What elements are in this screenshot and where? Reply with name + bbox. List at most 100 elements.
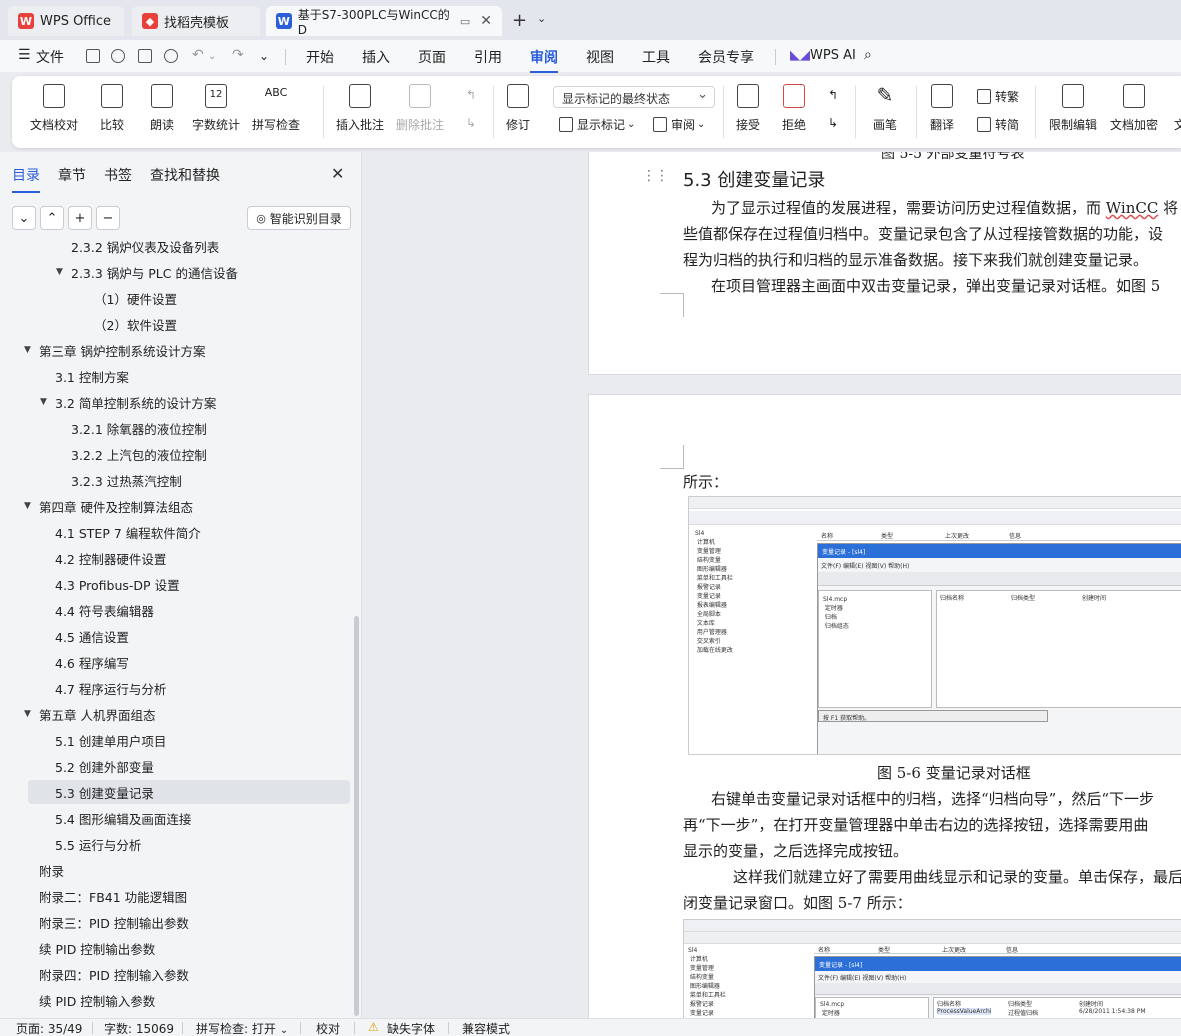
nav-tab-sections[interactable]: 章节 <box>58 165 86 185</box>
toc-item[interactable]: 附录 <box>0 858 350 882</box>
tab-wps-office[interactable]: W WPS Office <box>8 6 124 36</box>
smart-toc-button[interactable]: ◎ 智能识别目录 <box>247 206 351 230</box>
menu-member[interactable]: 会员专享 <box>698 47 754 67</box>
toc-item[interactable]: 4.3 Profibus-DP 设置 <box>0 572 350 596</box>
menu-view[interactable]: 视图 <box>586 47 614 67</box>
compare-button[interactable]: 比较 <box>100 84 124 133</box>
undo-dropdown-icon[interactable]: ⌄ <box>208 51 216 62</box>
close-icon[interactable]: ✕ <box>331 164 344 183</box>
to-traditional-button[interactable]: 转繁 <box>977 88 1019 105</box>
menu-references[interactable]: 引用 <box>474 47 502 67</box>
insert-comment-button[interactable]: 插入批注 <box>336 84 384 133</box>
prev-change-icon[interactable]: ↰ <box>828 88 838 102</box>
share-icon[interactable] <box>111 49 125 63</box>
toc-item[interactable]: ▼ 第四章 硬件及控制算法组态 <box>0 494 350 518</box>
revise-button[interactable]: 修订 <box>506 84 530 133</box>
menu-review[interactable]: 审阅 <box>530 47 558 73</box>
toc-item[interactable]: 附录三：PID 控制输出参数 <box>0 910 350 934</box>
accept-button[interactable]: 接受 <box>736 84 760 133</box>
toc-item[interactable]: 3.2.1 除氧器的液位控制 <box>0 416 350 440</box>
nav-tab-find-replace[interactable]: 查找和替换 <box>150 165 220 185</box>
toc-item[interactable]: 3.1 控制方案 <box>0 364 350 388</box>
scrollbar[interactable] <box>354 616 359 1016</box>
toc-item[interactable]: 2.3.2 锅炉仪表及设备列表 <box>0 234 350 258</box>
menu-page[interactable]: 页面 <box>418 47 446 67</box>
close-tab-icon[interactable]: ✕ <box>480 13 492 29</box>
toc-item[interactable]: 4.2 控制器硬件设置 <box>0 546 350 570</box>
next-change-icon[interactable]: ↳ <box>828 116 838 130</box>
menu-tools[interactable]: 工具 <box>642 47 670 67</box>
word-count-button[interactable]: 12 字数统计 <box>192 84 240 133</box>
print-icon[interactable] <box>138 49 152 63</box>
toc-item[interactable]: （2）软件设置 <box>0 312 350 336</box>
nav-tab-bookmarks[interactable]: 书签 <box>104 165 132 185</box>
prev-comment-icon[interactable]: ↰ <box>466 88 476 102</box>
add-level-button[interactable]: + <box>68 206 92 230</box>
nav-tab-toc[interactable]: 目录 <box>12 165 40 193</box>
toc-item[interactable]: ▼ 第三章 锅炉控制系统设计方案 <box>0 338 350 362</box>
more-chevron-icon[interactable]: ⌄ <box>259 49 269 63</box>
missing-font-status[interactable]: 缺失字体 <box>387 1020 435 1036</box>
toc-item[interactable]: ▼ 第五章 人机界面组态 <box>0 702 350 726</box>
toc-item[interactable]: 4.7 程序运行与分析 <box>0 676 350 700</box>
expand-arrow-icon[interactable]: ▼ <box>24 709 31 719</box>
proofread-button[interactable]: 文档校对 <box>30 84 78 133</box>
menu-insert[interactable]: 插入 <box>362 47 390 67</box>
reject-button[interactable]: 拒绝 <box>782 84 806 133</box>
expand-arrow-icon[interactable]: ▼ <box>56 267 63 277</box>
proof-status[interactable]: 校对 <box>316 1020 340 1036</box>
restrict-edit-button[interactable]: 限制编辑 <box>1049 84 1097 133</box>
hamburger-icon[interactable]: ☰ <box>18 47 31 63</box>
toc-item[interactable]: 4.5 通信设置 <box>0 624 350 648</box>
toc-item[interactable]: 5.3 创建变量记录 <box>28 780 350 804</box>
toc-item[interactable]: 3.2.3 过热蒸汽控制 <box>0 468 350 492</box>
expand-arrow-icon[interactable]: ▼ <box>24 345 31 355</box>
toc-item[interactable]: ▼ 3.2 简单控制系统的设计方案 <box>0 390 350 414</box>
to-simplified-button[interactable]: 转简 <box>977 116 1019 133</box>
toc-item[interactable]: 附录四：PID 控制输入参数 <box>0 962 350 986</box>
toc-item[interactable]: 5.2 创建外部变量 <box>0 754 350 778</box>
toc-item[interactable]: 4.6 程序编写 <box>0 650 350 674</box>
overflow-button[interactable]: 文 <box>1169 84 1181 133</box>
toc-item[interactable]: 附录二：FB41 功能逻辑图 <box>0 884 350 908</box>
collapse-up-button[interactable]: ⌃ <box>40 206 64 230</box>
delete-comment-button[interactable]: 删除批注 <box>396 84 444 133</box>
new-tab-icon[interactable]: + <box>512 10 527 31</box>
toc-item[interactable]: 4.4 符号表编辑器 <box>0 598 350 622</box>
toc-item[interactable]: 3.2.2 上汽包的液位控制 <box>0 442 350 466</box>
chevron-down-icon[interactable]: ⌄ <box>537 12 546 25</box>
toc-item[interactable]: 4.1 STEP 7 编程软件简介 <box>0 520 350 544</box>
menu-wps-ai[interactable]: WPS AI <box>810 48 856 63</box>
translate-button[interactable]: 翻译 <box>930 84 954 133</box>
show-markup-button[interactable]: 显示标记 ⌄ <box>559 116 635 133</box>
markup-state-select[interactable]: 显示标记的最终状态 <box>553 86 715 108</box>
redo-icon[interactable]: ↷ <box>232 47 244 63</box>
spell-check-button[interactable]: ABC 拼写检查 <box>252 84 300 133</box>
pen-button[interactable]: ✎ 画笔 <box>873 84 897 133</box>
toc-item[interactable]: 5.4 图形编辑及画面连接 <box>0 806 350 830</box>
search-icon[interactable]: ⌕ <box>864 47 872 63</box>
save-icon[interactable] <box>86 49 100 63</box>
expand-arrow-icon[interactable]: ▼ <box>40 397 47 407</box>
next-comment-icon[interactable]: ↳ <box>466 116 476 130</box>
toc-item[interactable]: 续 PID 控制输出参数 <box>0 936 350 960</box>
expand-arrow-icon[interactable]: ▼ <box>24 501 31 511</box>
encrypt-button[interactable]: 文档加密 <box>1110 84 1158 133</box>
toc-item[interactable]: ▼ 2.3.3 锅炉与 PLC 的通信设备 <box>0 260 350 284</box>
page-indicator[interactable]: 页面: 35/49 <box>16 1020 82 1036</box>
read-aloud-button[interactable]: 朗读 <box>150 84 174 133</box>
toc-item[interactable]: （1）硬件设置 <box>0 286 350 310</box>
toc-item[interactable]: 5.1 创建单用户项目 <box>0 728 350 752</box>
review-pane-button[interactable]: 审阅 ⌄ <box>653 116 705 133</box>
remove-level-button[interactable]: − <box>96 206 120 230</box>
word-count[interactable]: 字数: 15069 <box>104 1020 174 1036</box>
toc-item[interactable]: 5.5 运行与分析 <box>0 832 350 856</box>
spell-check-status[interactable]: 拼写检查: 打开 ⌄ <box>196 1020 288 1036</box>
menu-file[interactable]: 文件 <box>36 47 64 67</box>
menu-home[interactable]: 开始 <box>306 47 334 67</box>
print-preview-icon[interactable] <box>164 49 178 63</box>
tab-document[interactable]: W 基于S7-300PLC与WinCC的D ▭ ✕ <box>266 6 502 37</box>
toc-item[interactable]: 续 PID 控制输入参数 <box>0 988 350 1012</box>
undo-icon[interactable]: ↶ <box>192 47 204 63</box>
tab-docer[interactable]: ◆ 找稻壳模板 <box>132 6 260 36</box>
